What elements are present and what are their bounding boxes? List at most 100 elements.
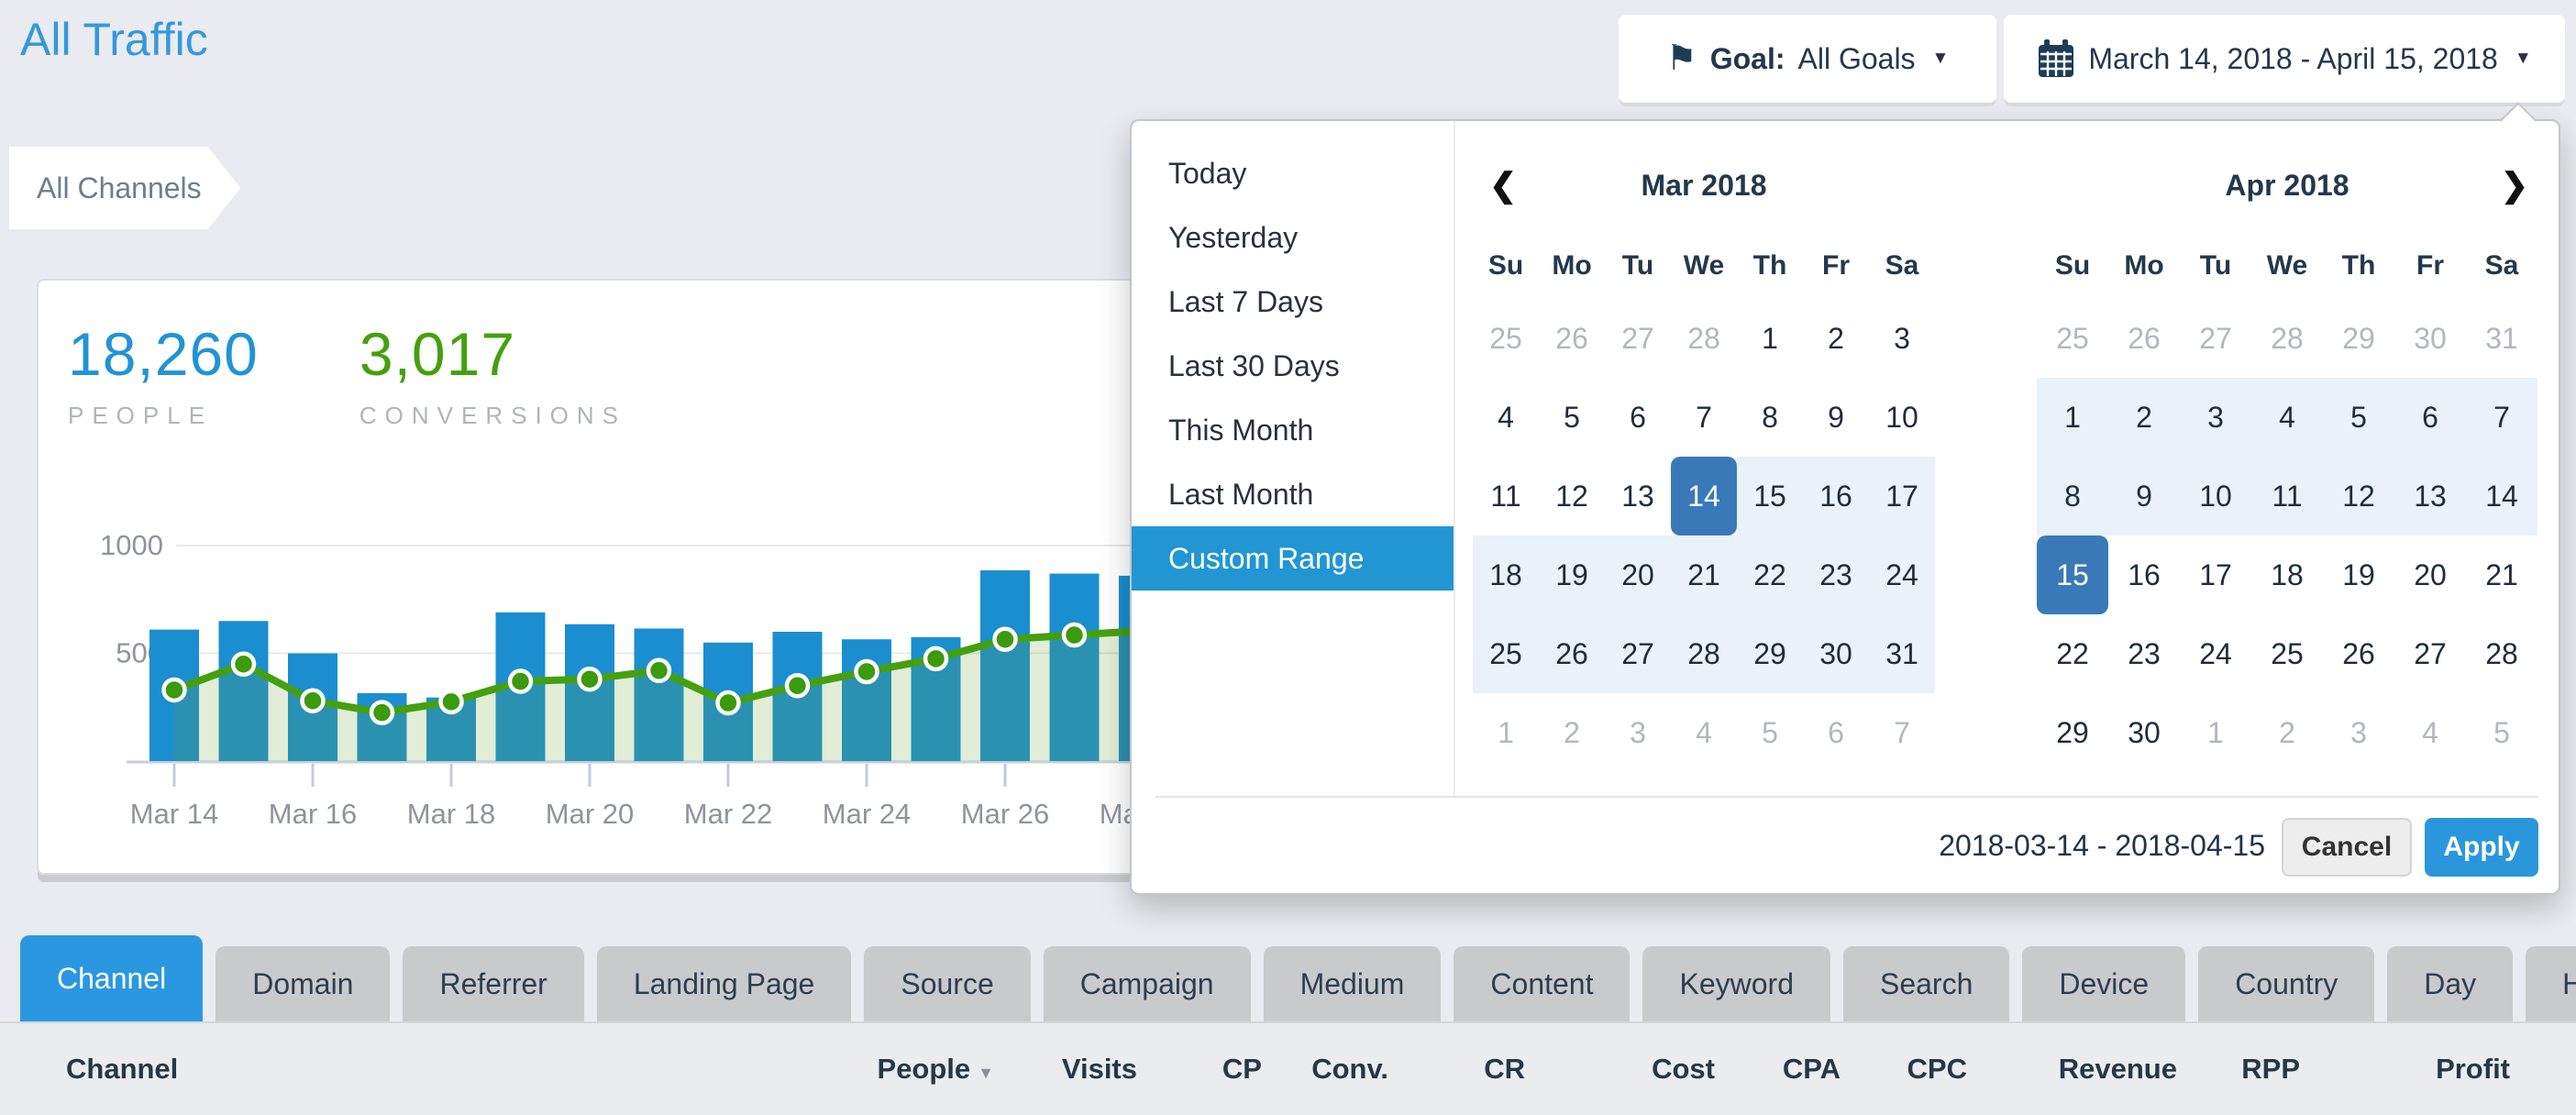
day-cell[interactable]: 13 — [1605, 457, 1671, 535]
day-cell[interactable]: 20 — [1605, 535, 1671, 614]
day-cell[interactable]: 1 — [2180, 693, 2251, 772]
day-cell[interactable]: 5 — [1737, 693, 1803, 772]
day-cell[interactable]: 3 — [1605, 693, 1671, 772]
tab-device[interactable]: Device — [2022, 946, 2185, 1021]
day-cell[interactable]: 11 — [1473, 457, 1539, 535]
day-cell[interactable]: 19 — [1539, 535, 1605, 614]
preset-custom-range[interactable]: Custom Range — [1132, 526, 1454, 591]
day-cell[interactable]: 25 — [2251, 614, 2323, 693]
day-cell[interactable]: 4 — [2394, 693, 2466, 772]
day-cell[interactable]: 29 — [2323, 299, 2394, 378]
day-cell-selected[interactable]: 15 — [2037, 535, 2108, 614]
day-cell[interactable]: 26 — [1539, 299, 1605, 378]
day-cell[interactable]: 28 — [2466, 614, 2537, 693]
day-cell[interactable]: 8 — [1737, 378, 1803, 457]
day-cell[interactable]: 7 — [1869, 693, 1935, 772]
preset-last-month[interactable]: Last Month — [1132, 462, 1454, 526]
day-cell[interactable]: 2 — [1539, 693, 1605, 772]
day-cell[interactable]: 9 — [2108, 457, 2180, 535]
column-header-cpc[interactable]: CPC — [1841, 1053, 1967, 1086]
day-cell[interactable]: 30 — [2108, 693, 2180, 772]
day-cell[interactable]: 5 — [1539, 378, 1605, 457]
day-cell[interactable]: 25 — [1473, 614, 1539, 693]
day-cell[interactable]: 24 — [2180, 614, 2251, 693]
column-header-cp[interactable]: CP — [1137, 1053, 1262, 1086]
day-cell[interactable]: 25 — [1473, 299, 1539, 378]
day-cell[interactable]: 29 — [1737, 614, 1803, 693]
day-cell[interactable]: 4 — [1473, 378, 1539, 457]
day-cell[interactable]: 19 — [2323, 535, 2394, 614]
tab-landing-page[interactable]: Landing Page — [597, 946, 852, 1021]
preset-this-month[interactable]: This Month — [1132, 398, 1454, 462]
column-header-profit[interactable]: Profit — [2300, 1053, 2510, 1086]
breadcrumb-all-channels[interactable]: All Channels — [9, 147, 240, 229]
day-cell[interactable]: 30 — [1803, 614, 1869, 693]
day-cell[interactable]: 6 — [2394, 378, 2466, 457]
column-header-revenue[interactable]: Revenue — [1967, 1053, 2177, 1086]
day-cell[interactable]: 15 — [1737, 457, 1803, 535]
day-cell[interactable]: 22 — [2037, 614, 2108, 693]
tab-search[interactable]: Search — [1843, 946, 2009, 1021]
day-cell[interactable]: 25 — [2037, 299, 2108, 378]
line-point-conversions[interactable] — [371, 702, 392, 723]
day-cell[interactable]: 4 — [2251, 378, 2323, 457]
day-cell[interactable]: 20 — [2394, 535, 2466, 614]
day-cell[interactable]: 5 — [2323, 378, 2394, 457]
day-cell[interactable]: 14 — [2466, 457, 2537, 535]
line-point-conversions[interactable] — [303, 690, 324, 712]
day-cell[interactable]: 7 — [1671, 378, 1737, 457]
day-cell[interactable]: 1 — [1737, 299, 1803, 378]
day-cell[interactable]: 10 — [2180, 457, 2251, 535]
day-cell[interactable]: 31 — [1869, 614, 1935, 693]
column-header-cost[interactable]: Cost — [1525, 1053, 1715, 1086]
tab-source[interactable]: Source — [864, 946, 1030, 1021]
preset-last-30-days[interactable]: Last 30 Days — [1132, 334, 1454, 398]
day-cell[interactable]: 28 — [2251, 299, 2323, 378]
day-cell[interactable]: 12 — [2323, 457, 2394, 535]
day-cell[interactable]: 27 — [1605, 614, 1671, 693]
day-cell[interactable]: 27 — [2394, 614, 2466, 693]
day-cell[interactable]: 28 — [1671, 614, 1737, 693]
tab-campaign[interactable]: Campaign — [1044, 946, 1251, 1021]
tab-referrer[interactable]: Referrer — [403, 946, 583, 1021]
day-cell[interactable]: 3 — [2323, 693, 2394, 772]
day-cell[interactable]: 10 — [1869, 378, 1935, 457]
day-cell[interactable]: 30 — [2394, 299, 2466, 378]
line-point-conversions[interactable] — [925, 648, 946, 669]
day-cell[interactable]: 21 — [1671, 535, 1737, 614]
tab-medium[interactable]: Medium — [1264, 946, 1442, 1021]
line-point-conversions[interactable] — [1064, 624, 1085, 646]
line-point-conversions[interactable] — [718, 692, 739, 713]
day-cell[interactable]: 12 — [1539, 457, 1605, 535]
day-cell[interactable]: 18 — [1473, 535, 1539, 614]
day-cell[interactable]: 18 — [2251, 535, 2323, 614]
tab-content[interactable]: Content — [1454, 946, 1630, 1021]
column-header-channel[interactable]: Channel — [0, 1053, 829, 1086]
day-cell[interactable]: 26 — [2323, 614, 2394, 693]
day-cell[interactable]: 22 — [1737, 535, 1803, 614]
day-cell[interactable]: 13 — [2394, 457, 2466, 535]
tab-keyword[interactable]: Keyword — [1642, 946, 1830, 1021]
line-point-conversions[interactable] — [164, 679, 185, 701]
day-cell-selected[interactable]: 14 — [1671, 457, 1737, 535]
day-cell[interactable]: 17 — [2180, 535, 2251, 614]
day-cell[interactable]: 6 — [1803, 693, 1869, 772]
day-cell[interactable]: 27 — [1605, 299, 1671, 378]
day-cell[interactable]: 17 — [1869, 457, 1935, 535]
preset-last-7-days[interactable]: Last 7 Days — [1132, 270, 1454, 334]
day-cell[interactable]: 28 — [1671, 299, 1737, 378]
column-header-rpp[interactable]: RPP — [2177, 1053, 2300, 1086]
day-cell[interactable]: 3 — [2180, 378, 2251, 457]
day-cell[interactable]: 2 — [2251, 693, 2323, 772]
column-header-cr[interactable]: CR — [1388, 1053, 1525, 1086]
day-cell[interactable]: 7 — [2466, 378, 2537, 457]
day-cell[interactable]: 23 — [1803, 535, 1869, 614]
day-cell[interactable]: 29 — [2037, 693, 2108, 772]
line-point-conversions[interactable] — [233, 654, 254, 675]
day-cell[interactable]: 27 — [2180, 299, 2251, 378]
apply-button[interactable]: Apply — [2425, 818, 2538, 877]
column-header-people[interactable]: People▼ — [829, 1053, 994, 1086]
day-cell[interactable]: 26 — [2108, 299, 2180, 378]
day-cell[interactable]: 26 — [1539, 614, 1605, 693]
line-point-conversions[interactable] — [648, 660, 669, 681]
